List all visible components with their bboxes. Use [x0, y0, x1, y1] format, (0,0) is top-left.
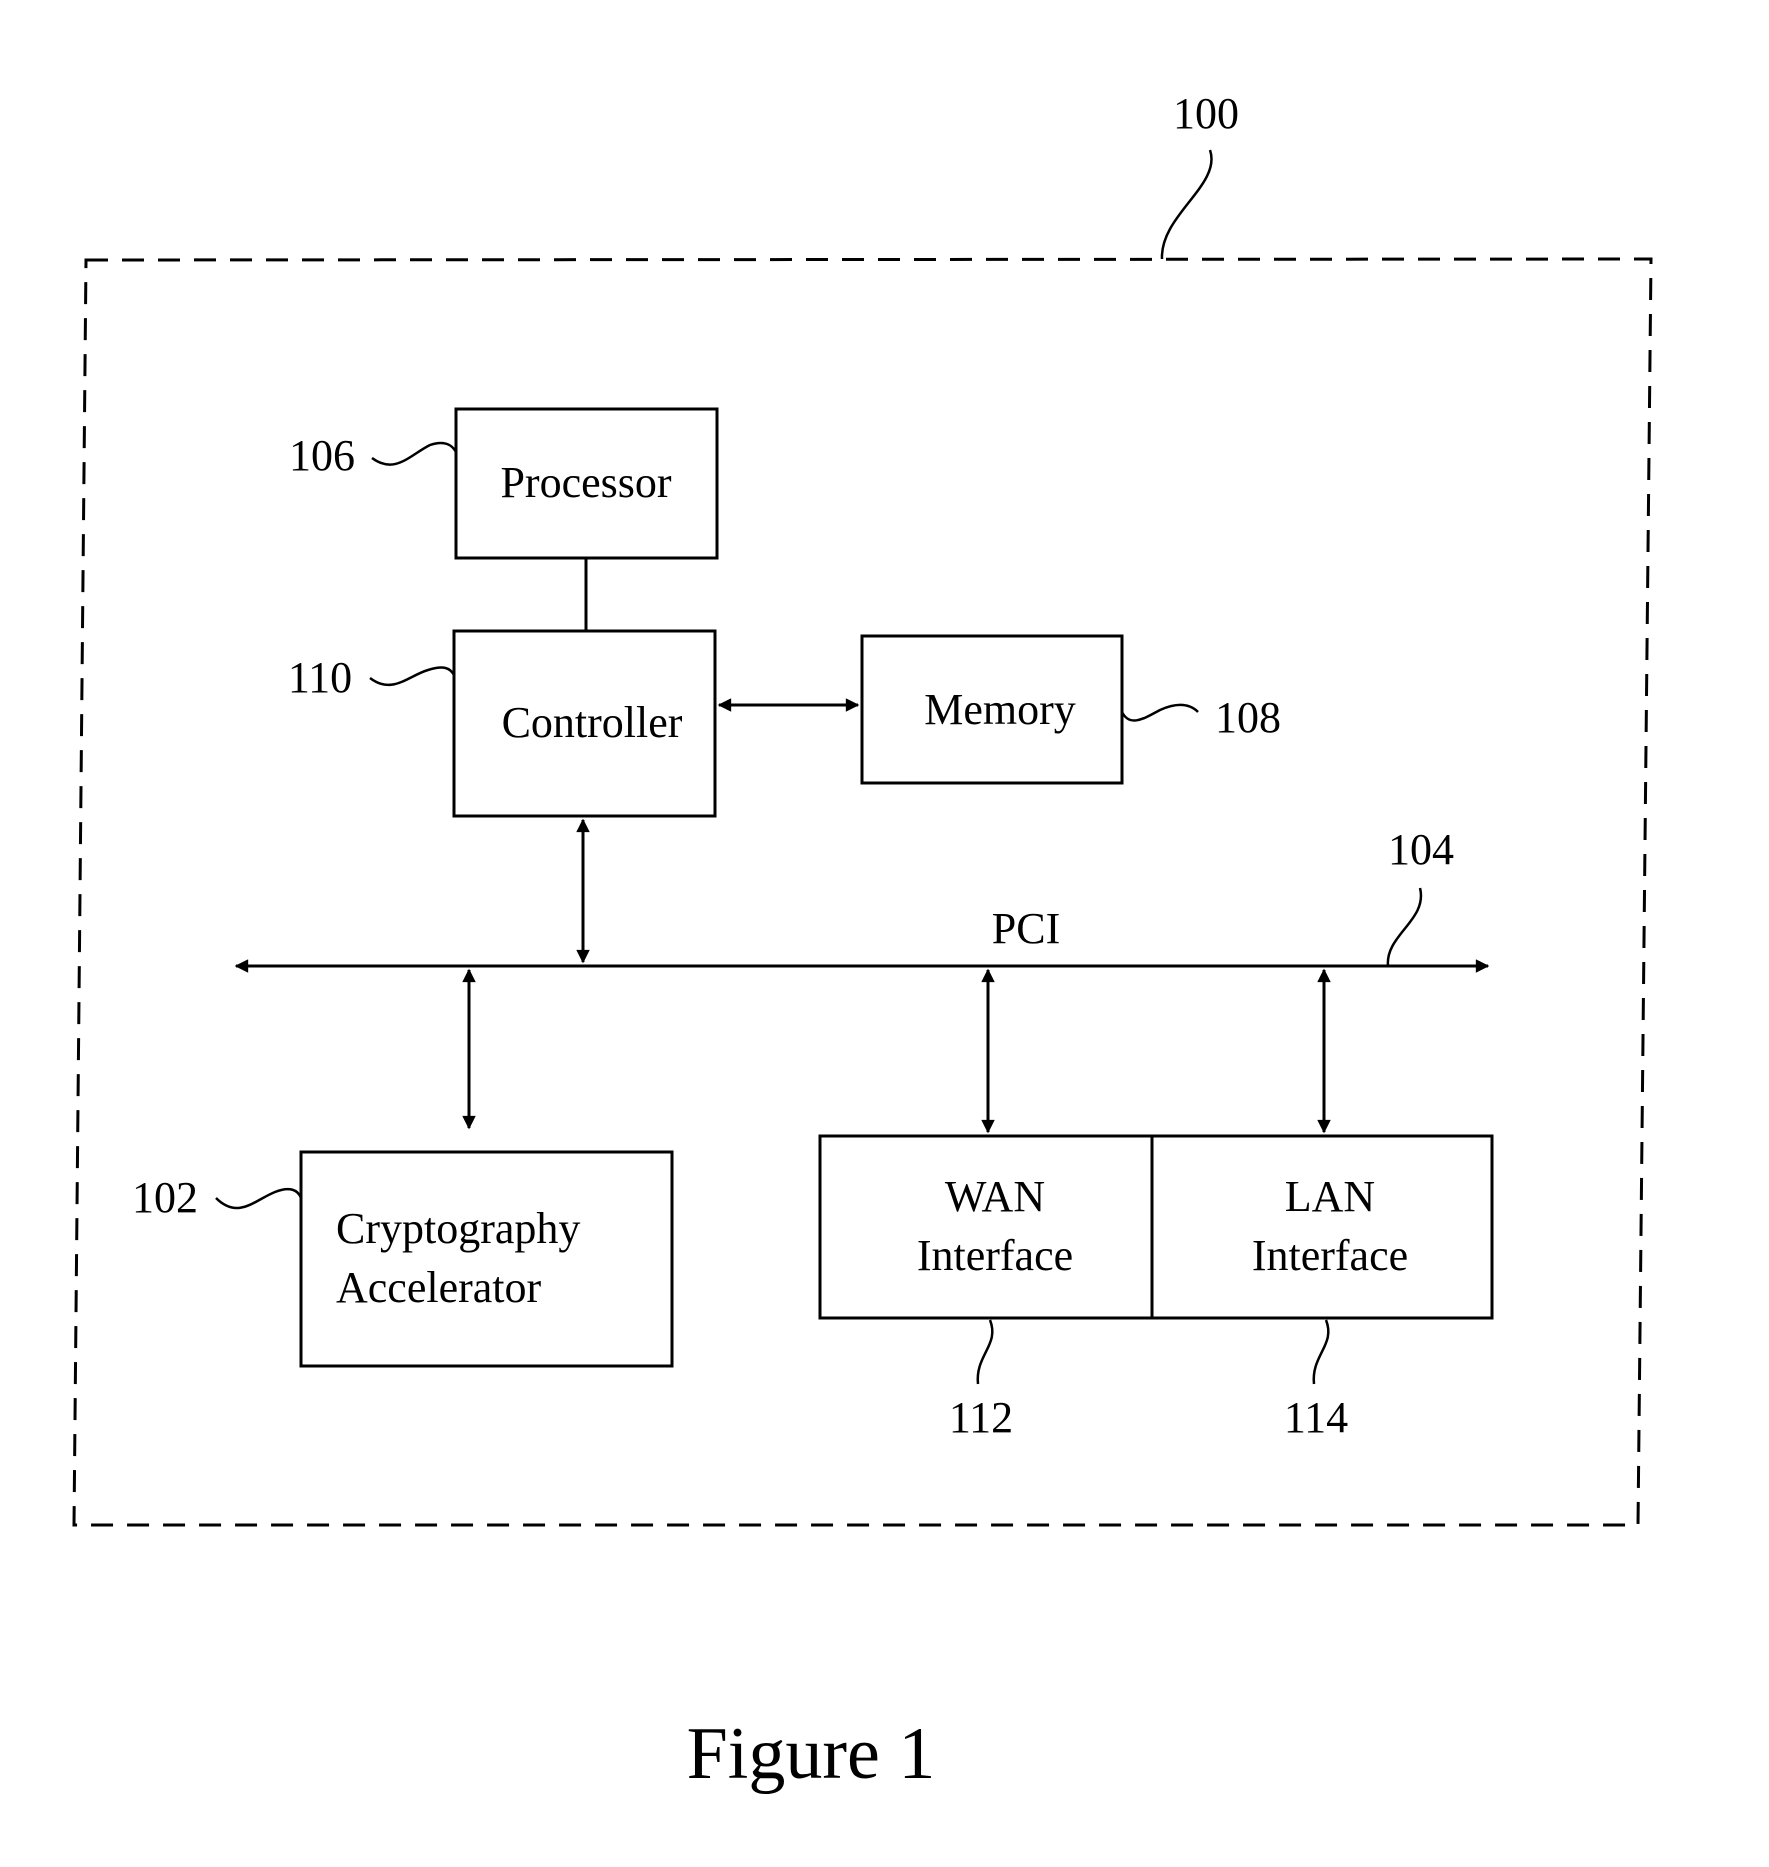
memory-label: Memory: [924, 685, 1076, 734]
wan-label-line1: WAN: [945, 1172, 1045, 1221]
memory-ref-label: 108: [1215, 693, 1281, 742]
crypto-label-line1: Cryptography: [336, 1204, 580, 1253]
processor-label: Processor: [500, 458, 671, 507]
controller-ref-leader: [369, 666, 456, 687]
lan-ref-label: 114: [1284, 1393, 1348, 1442]
block-diagram: 100 Processor 106 Controller 110 Memory …: [72, 89, 1653, 1795]
lan-ref-leader: [1312, 1319, 1330, 1385]
lan-interface-block: [1150, 1134, 1494, 1320]
wan-ref-leader: [976, 1319, 994, 1385]
controller-label: Controller: [502, 698, 683, 747]
system-ref-label: 100: [1173, 89, 1239, 138]
crypto-label-line2: Accelerator: [336, 1263, 542, 1312]
processor-ref-leader: [371, 441, 458, 466]
crypto-accelerator-block: [299, 1150, 674, 1368]
pci-ref-leader: [1386, 887, 1423, 967]
lan-label-line2: Interface: [1252, 1231, 1408, 1280]
figure-caption: Figure 1: [687, 1713, 936, 1795]
controller-ref-label: 110: [288, 653, 352, 702]
memory-ref-leader: [1120, 703, 1199, 722]
processor-ref-label: 106: [289, 431, 355, 480]
pci-label: PCI: [992, 904, 1060, 953]
lan-label-line1: LAN: [1285, 1172, 1375, 1221]
wan-label-line2: Interface: [917, 1231, 1073, 1280]
crypto-ref-leader: [215, 1187, 303, 1210]
crypto-ref-label: 102: [132, 1173, 198, 1222]
system-ref-leader: [1160, 149, 1213, 260]
pci-ref-label: 104: [1388, 825, 1454, 874]
wan-ref-label: 112: [949, 1393, 1013, 1442]
wan-interface-block: [818, 1134, 1154, 1320]
